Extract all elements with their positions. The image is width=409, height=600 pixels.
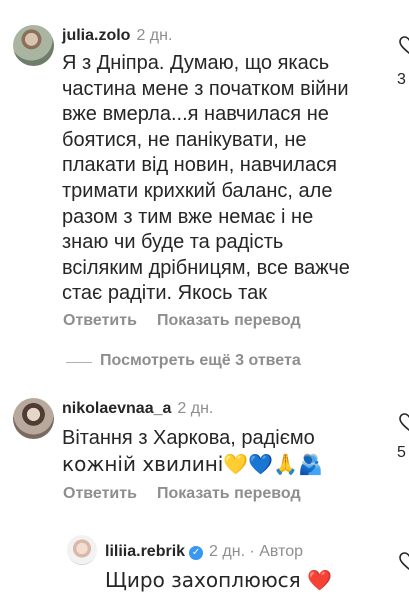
comment-line: всіляким дрібницям, все важче [62,256,350,279]
heart-icon[interactable] [399,413,409,431]
author-badge: Автор [259,543,304,560]
comment-line: кожній хвилині💛💙🙏🫂 [62,451,323,476]
comment-line: боятися, не панікувати, не [62,128,307,151]
heart-icon[interactable] [399,36,409,54]
reply-button[interactable]: Ответить [63,485,137,502]
comment-header: julia.zolo 2 дн. [62,27,172,45]
comment-actions: Ответить Показать перевод [63,312,321,330]
more-replies-divider [66,362,92,363]
comment-text: Вітання з Харкова, радіємо кожній хвилин… [62,426,397,477]
username[interactable]: julia.zolo [62,27,130,44]
verified-badge-icon: ✓ [189,546,204,560]
reply-button[interactable]: Ответить [63,312,137,329]
comment-header: liliia.rebrik ✓ 2 дн. · Автор [105,543,303,561]
comment-line: плакати від новин, навчилася [62,154,337,177]
timestamp: 2 дн. [209,543,246,560]
comment-text: Щиро захоплююся ❤️ [105,568,400,595]
view-more-replies-button[interactable]: Посмотреть ещё 3 ответа [100,352,301,370]
comment-header: nikolaevnaa_a 2 дн. [62,400,213,418]
avatar[interactable] [67,535,97,565]
like-count: 3 [397,71,406,88]
avatar[interactable] [13,25,54,66]
username[interactable]: nikolaevnaa_a [62,400,171,417]
timestamp: 2 дн. [136,27,173,44]
comment-line: Вітання з Харкова, радіємо [62,427,315,449]
username[interactable]: liliia.rebrik [105,543,185,560]
timestamp: 2 дн. [177,400,214,417]
separator: · [249,543,255,560]
comment-line: частина мене з початком війни [62,77,349,100]
comment-line: Щиро захоплююся ❤️ [105,568,332,592]
heart-icon[interactable] [399,552,409,570]
translate-button[interactable]: Показать перевод [157,485,301,502]
translate-button[interactable]: Показать перевод [157,312,301,329]
comment-line: вже вмерла...я навчилася не [62,103,329,126]
comment-text: Я з Дніпра. Думаю, що якась частина мене… [62,51,397,307]
like-count: 5 [397,444,406,461]
comment-line: стає радіти. Якось так [62,282,267,305]
comment-line: Я з Дніпра. Думаю, що якась [62,52,330,74]
comment-line: разом з тим вже немає і не [62,205,314,228]
avatar[interactable] [13,398,54,439]
comment-actions: Ответить Показать перевод [63,485,321,503]
comment-line: знаю чи буде та радість [62,231,284,254]
comment-line: тримати крихкий баланс, але [62,179,333,202]
